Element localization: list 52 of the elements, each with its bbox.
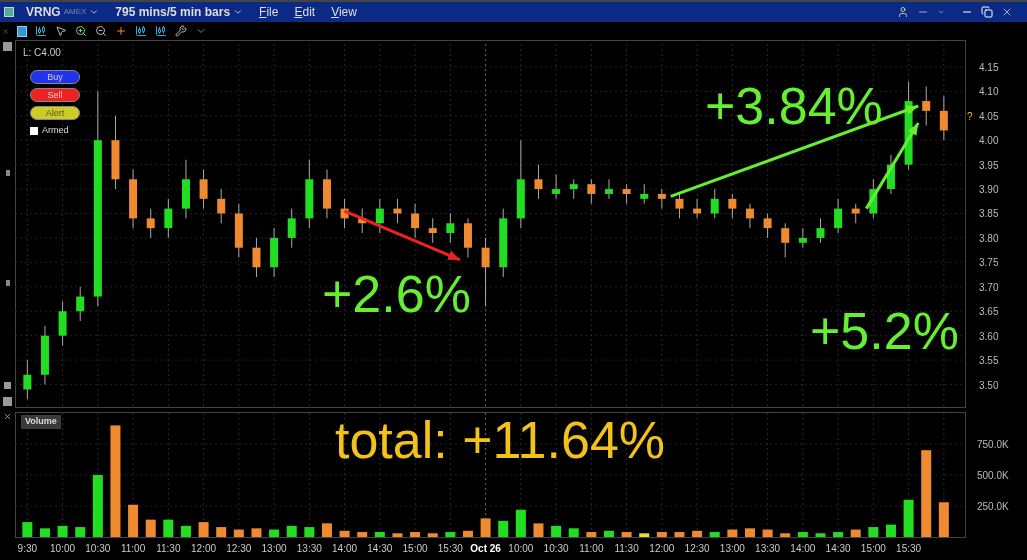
axis-label: 3.95 [979, 159, 999, 171]
axis-label: 3.85 [979, 208, 999, 220]
axis-label: 14:30 [367, 542, 393, 556]
axis-label: 15:30 [896, 542, 922, 556]
axis-label: 10:00 [50, 542, 76, 556]
axis-label: 13:00 [261, 542, 287, 556]
axis-label: 10:30 [543, 542, 569, 556]
axis-label: 3.75 [979, 257, 999, 269]
axis-label: 15:00 [402, 542, 428, 556]
axis-label: 12:00 [649, 542, 675, 556]
axis-label: 3.90 [979, 184, 999, 196]
annotation-text: +5.2% [810, 305, 959, 357]
axis-label: 11:30 [156, 542, 181, 556]
exchange-label: AMEX [63, 6, 87, 18]
axis-label: 13:00 [719, 542, 745, 556]
annotation-text: +2.6% [322, 268, 471, 320]
axis-label: 4.15 [979, 61, 999, 73]
axis-label: 13:30 [755, 542, 781, 556]
axis-label: 14:30 [825, 542, 851, 556]
annotation-text: total: +11.64% [335, 414, 666, 466]
axis-label: 750.0K [977, 439, 1009, 450]
axis-label: 4.10 [979, 86, 999, 98]
axis-label: 11:30 [614, 542, 639, 556]
axis-label: 4.00 [979, 135, 999, 147]
axis-label: 14:00 [790, 542, 816, 556]
chart-legend: L: C4.00 [23, 45, 61, 60]
annotation-text: +3.84% [705, 80, 883, 132]
axis-label: 14:00 [332, 542, 358, 556]
axis-label: 15:00 [860, 542, 886, 556]
axis-label: 3.65 [979, 306, 999, 318]
axis-label: Oct 26 [470, 542, 501, 556]
axis-label: 11:00 [579, 542, 604, 556]
axis-label: 10:30 [85, 542, 111, 556]
price-marker: ? [967, 110, 973, 122]
axis-label: 3.55 [979, 355, 999, 367]
checkbox-label: Armed [42, 124, 69, 137]
axis-label: 4.05 [979, 110, 999, 122]
pane-title: Volume [21, 415, 61, 429]
axis-label: 9:30 [17, 542, 38, 556]
axis-label: 15:30 [437, 542, 463, 556]
axis-label: 13:30 [296, 542, 322, 556]
axis-label: 250.0K [977, 501, 1009, 512]
axis-label: 12:30 [684, 542, 710, 556]
axis-label: 12:00 [191, 542, 217, 556]
axis-label: 3.60 [979, 330, 999, 342]
axis-label: 500.0K [977, 470, 1009, 481]
axis-label: 3.50 [979, 379, 999, 391]
axis-label: 12:30 [226, 542, 252, 556]
axis-label: 10:00 [508, 542, 534, 556]
axis-label: 11:00 [120, 542, 146, 556]
axis-label: 3.70 [979, 281, 999, 293]
axis-label: 3.80 [979, 232, 999, 244]
